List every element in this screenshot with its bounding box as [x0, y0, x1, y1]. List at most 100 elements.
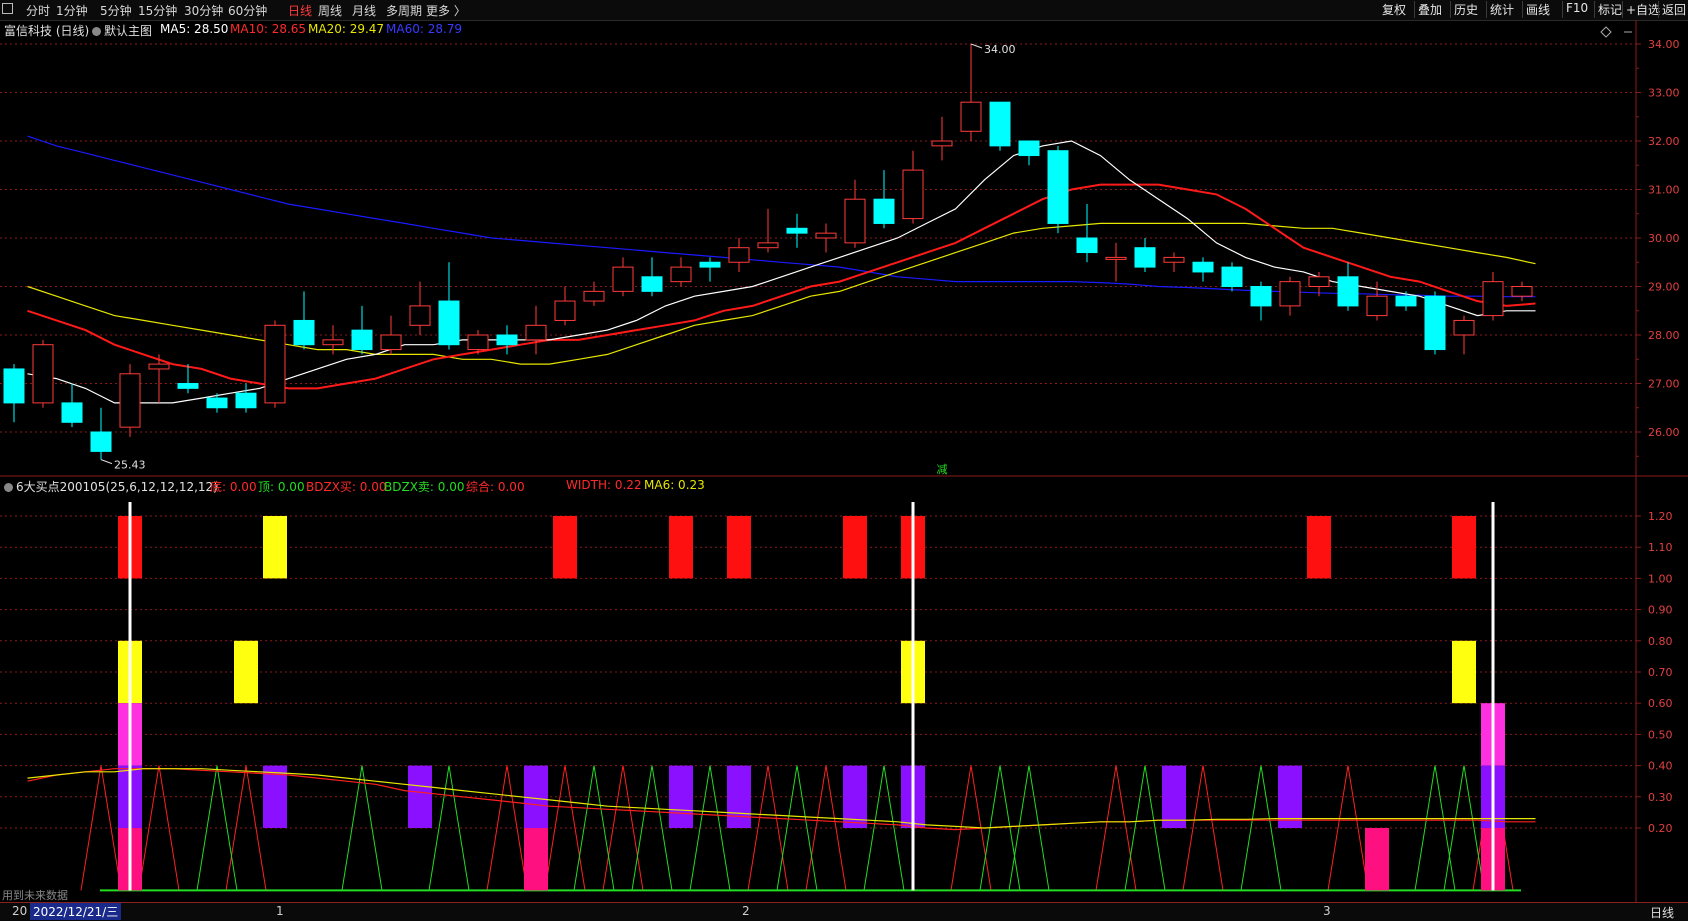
signal-block-red — [1452, 516, 1476, 579]
signal-block-purple — [408, 765, 432, 828]
sub-y-tick-label: 0.30 — [1648, 791, 1673, 804]
toolbar-tool-0[interactable]: 复权 — [1382, 1, 1406, 18]
candle-body — [61, 402, 83, 423]
candle-body — [1395, 295, 1417, 307]
candle-body — [322, 339, 344, 346]
toolbar-separator — [1414, 1, 1415, 18]
period-tab-6[interactable]: 日线 — [288, 2, 312, 19]
signal-block-purple — [669, 765, 693, 828]
period-tab-8[interactable]: 月线 — [352, 2, 376, 19]
period-tab-5[interactable]: 60分钟 — [228, 2, 267, 19]
kline-chart[interactable]: 34.00 33.00 32.00 31.00 30.00 29.00 28.00 27.00… — [0, 20, 1688, 902]
candle-body — [612, 266, 634, 292]
sub-y-tick-label: 0.80 — [1648, 635, 1673, 648]
signal-block-pink — [1365, 828, 1389, 891]
candle-body — [1047, 150, 1069, 224]
month-label-2: 2 — [742, 904, 750, 918]
main-y-tick-label: 27.00 — [1648, 378, 1680, 391]
candle-body — [554, 300, 576, 321]
candle-body — [1163, 256, 1185, 263]
sub-y-tick-label: 0.70 — [1648, 666, 1673, 679]
period-tab-9[interactable]: 多周期 — [386, 2, 422, 19]
main-y-tick-label: 26.00 — [1648, 426, 1680, 439]
toolbar-separator — [1522, 1, 1523, 18]
toolbar-tool-8[interactable]: 返回 — [1662, 1, 1686, 18]
diamond-icon — [1600, 26, 1612, 38]
candle-body — [1192, 261, 1214, 273]
candle-body — [525, 324, 547, 341]
ma60-line — [27, 135, 1536, 298]
toolbar-tool-2[interactable]: 历史 — [1454, 1, 1478, 18]
candle-body — [206, 397, 228, 409]
toolbar-separator — [1658, 1, 1659, 18]
period-tab-10[interactable]: 更多 〉 — [426, 2, 466, 19]
candle-body — [699, 261, 721, 268]
signal-block-yellow — [263, 516, 287, 579]
main-y-tick-label: 32.00 — [1648, 135, 1680, 148]
candle-body — [119, 373, 141, 428]
high-annotation: 34.00 — [984, 43, 1016, 56]
date-left-clip: 20 — [12, 904, 28, 918]
sub-y-tick-label: 0.50 — [1648, 728, 1673, 741]
candle-body — [90, 431, 112, 452]
candle-body — [1453, 319, 1475, 336]
period-tab-7[interactable]: 周线 — [318, 2, 342, 19]
toolbar-tool-6[interactable]: 标记 — [1598, 1, 1622, 18]
candle-body — [1337, 276, 1359, 307]
period-tab-3[interactable]: 15分钟 — [138, 2, 177, 19]
period-indicator: 日线 — [1650, 906, 1675, 920]
window-icon[interactable] — [2, 3, 13, 14]
high-pointer — [970, 43, 983, 49]
sub-y-tick-label: 0.90 — [1648, 604, 1673, 617]
candle-body — [264, 324, 286, 404]
month-label-1: 1 — [276, 904, 284, 918]
candle-body — [3, 368, 25, 404]
candle-body — [1482, 281, 1504, 317]
main-y-tick-label: 28.00 — [1648, 329, 1680, 342]
month-label-3: 3 — [1323, 904, 1331, 918]
period-tab-4[interactable]: 30分钟 — [184, 2, 223, 19]
date-axis: 20 2022/12/21/三 1 2 3 日线 — [0, 902, 1688, 921]
candle-body — [1511, 286, 1533, 297]
candle-body — [496, 334, 518, 346]
main-y-tick-label: 29.00 — [1648, 281, 1680, 294]
toolbar-separator — [1622, 1, 1623, 18]
main-y-tick-label: 30.00 — [1648, 232, 1680, 245]
toolbar-tool-4[interactable]: 画线 — [1526, 1, 1550, 18]
main-y-tick-label: 34.00 — [1648, 38, 1680, 51]
candle-body — [467, 334, 489, 351]
candle-body — [1424, 295, 1446, 351]
period-tab-1[interactable]: 1分钟 — [56, 2, 88, 19]
candle-body — [1018, 140, 1040, 157]
candle-body — [786, 227, 808, 234]
toolbar-tool-7[interactable]: +自选 — [1626, 1, 1660, 18]
candle-body — [1134, 247, 1156, 268]
width-line — [27, 768, 1536, 831]
candle-body — [989, 101, 1011, 147]
candle-body — [380, 334, 402, 351]
candle-body — [815, 232, 837, 239]
period-toolbar: 分时 1分钟 5分钟 15分钟 30分钟 60分钟 日线 周线 月线 多周期 更多 〉 复权 叠加 历史… — [0, 0, 1688, 21]
period-tab-0[interactable]: 分时 — [26, 2, 50, 19]
signal-block-purple — [524, 765, 548, 828]
sub-y-tick-label: 1.20 — [1648, 510, 1673, 523]
candle-body — [641, 276, 663, 292]
ma20-line — [27, 222, 1536, 365]
candle-body — [177, 383, 199, 389]
toolbar-separator — [1486, 1, 1487, 18]
toolbar-tool-5[interactable]: F10 — [1566, 1, 1588, 15]
candle-body — [1221, 266, 1243, 288]
candle-body — [293, 319, 315, 346]
candle-body — [670, 266, 692, 283]
candle-body — [438, 300, 460, 346]
candle-body — [931, 140, 953, 147]
jian-marker: 减 — [937, 463, 948, 476]
period-tab-2[interactable]: 5分钟 — [100, 2, 132, 19]
toolbar-tool-3[interactable]: 统计 — [1490, 1, 1514, 18]
candle-body — [1308, 276, 1330, 287]
signal-block-purple — [1162, 765, 1186, 828]
toolbar-tool-1[interactable]: 叠加 — [1418, 1, 1442, 18]
candle-body — [960, 101, 982, 132]
signal-block-red — [843, 516, 867, 579]
signal-block-red — [553, 516, 577, 579]
